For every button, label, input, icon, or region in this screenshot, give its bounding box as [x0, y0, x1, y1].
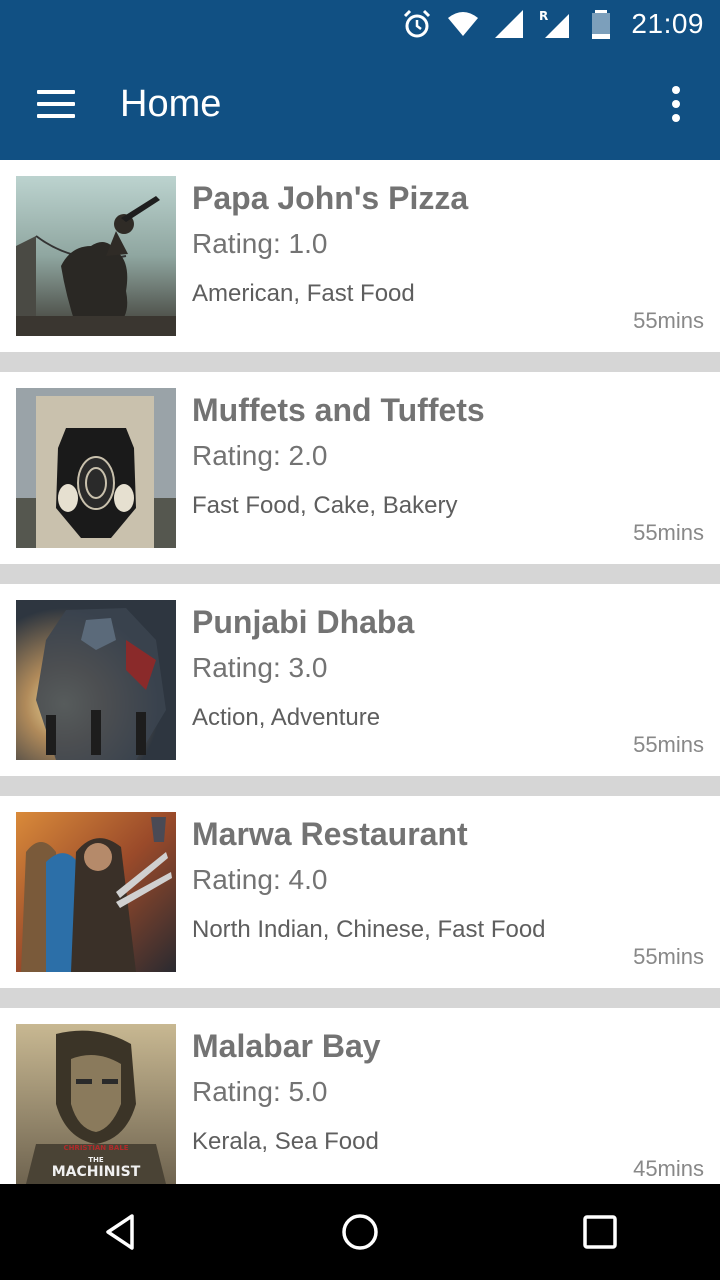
restaurant-name: Marwa Restaurant — [192, 816, 468, 852]
status-time: 21:09 — [631, 8, 704, 39]
recents-icon — [583, 1215, 617, 1249]
recents-button[interactable] — [552, 1184, 648, 1280]
restaurant-rating: Rating: 4.0 — [192, 864, 328, 895]
restaurant-list[interactable]: Papa John's Pizza Rating: 1.0 American, … — [0, 160, 720, 1184]
restaurant-cuisine: Action, Adventure — [192, 704, 381, 731]
alarm-icon — [404, 9, 431, 38]
back-button[interactable] — [72, 1184, 168, 1280]
restaurant-thumbnail — [16, 600, 176, 760]
delivery-time: 55mins — [633, 944, 704, 969]
home-icon — [342, 1214, 378, 1250]
delivery-time: 55mins — [633, 520, 704, 545]
restaurant-name: Papa John's Pizza — [192, 180, 469, 216]
restaurant-rating: Rating: 3.0 — [192, 652, 328, 683]
restaurant-cuisine: Kerala, Sea Food — [192, 1128, 379, 1155]
status-icons: R — [401, 8, 617, 40]
hamburger-menu-icon[interactable] — [24, 72, 88, 136]
restaurant-thumbnail — [16, 812, 176, 972]
app-toolbar: Home — [0, 48, 720, 160]
signal-icon — [495, 10, 524, 38]
more-vert-icon[interactable] — [652, 72, 700, 136]
delivery-time: 55mins — [633, 308, 704, 333]
list-item[interactable]: Marwa Restaurant Rating: 4.0 North India… — [0, 796, 720, 988]
poster-title-the: THE — [88, 1156, 104, 1164]
home-button[interactable] — [312, 1184, 408, 1280]
poster-title-text: MACHINIST — [52, 1164, 141, 1180]
roaming-signal-icon: R — [539, 9, 570, 38]
restaurant-name: Muffets and Tuffets — [192, 392, 485, 428]
list-item[interactable]: CHRISTIAN BALE THE MACHINIST Malabar Bay… — [0, 1008, 720, 1184]
restaurant-rating: Rating: 2.0 — [192, 440, 328, 471]
restaurant-name: Malabar Bay — [192, 1028, 381, 1064]
restaurant-rating: Rating: 1.0 — [192, 228, 328, 259]
svg-text:R: R — [539, 9, 548, 23]
restaurant-cuisine: Fast Food, Cake, Bakery — [192, 492, 458, 519]
restaurant-thumbnail — [16, 388, 176, 548]
battery-icon — [592, 10, 611, 39]
list-item[interactable]: Muffets and Tuffets Rating: 2.0 Fast Foo… — [0, 372, 720, 564]
list-item[interactable]: Punjabi Dhaba Rating: 3.0 Action, Advent… — [0, 584, 720, 776]
app-root: R 21:09 Home Papa John's Pizza Rating: 1… — [0, 0, 720, 1280]
restaurant-name: Punjabi Dhaba — [192, 604, 415, 640]
page-title: Home — [120, 82, 222, 125]
system-nav-bar — [0, 1184, 720, 1280]
restaurant-cuisine: North Indian, Chinese, Fast Food — [192, 916, 546, 943]
restaurant-thumbnail: CHRISTIAN BALE THE MACHINIST — [16, 1024, 176, 1184]
restaurant-thumbnail — [16, 176, 176, 336]
list-item[interactable]: Papa John's Pizza Rating: 1.0 American, … — [0, 160, 720, 352]
poster-actor-text: CHRISTIAN BALE — [63, 1144, 128, 1152]
delivery-time: 55mins — [633, 732, 704, 757]
delivery-time: 45mins — [633, 1156, 704, 1181]
status-bar: R 21:09 — [0, 0, 720, 48]
restaurant-cuisine: American, Fast Food — [192, 280, 415, 307]
back-icon — [106, 1214, 134, 1250]
wifi-icon — [448, 12, 479, 36]
restaurant-rating: Rating: 5.0 — [192, 1076, 328, 1107]
